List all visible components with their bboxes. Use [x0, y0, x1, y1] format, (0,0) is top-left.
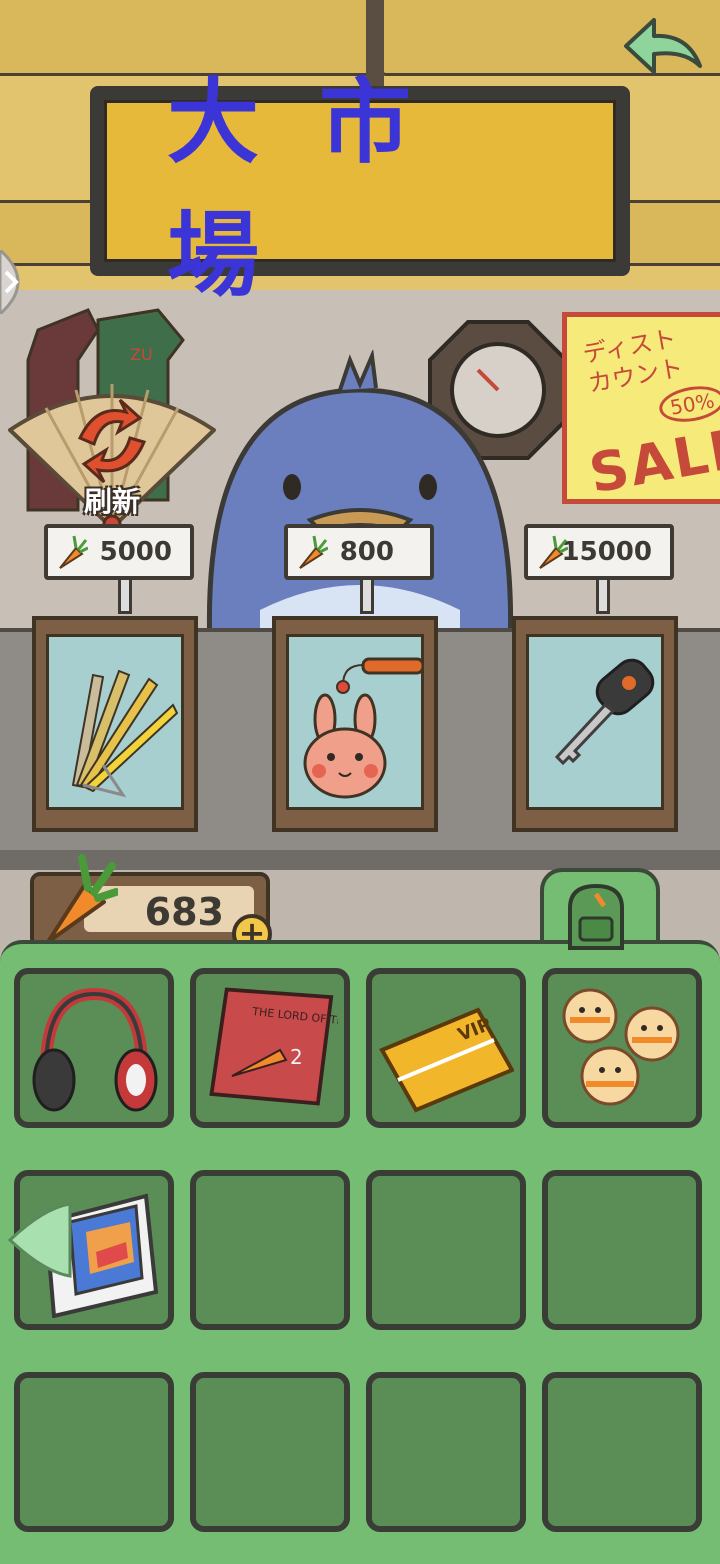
inventory-slot-12[interactable]: [542, 1372, 702, 1532]
item-display: [46, 634, 184, 810]
refresh-label: 刷新: [83, 485, 140, 518]
folding-fan-icon: [71, 669, 179, 798]
car-key-icon: [554, 658, 655, 766]
item-display: [526, 634, 664, 810]
shop-item-bunny-keychain[interactable]: [272, 616, 438, 832]
shop-item-folding-fan[interactable]: [32, 616, 198, 832]
page-left-arrow-icon[interactable]: [4, 1200, 74, 1280]
carrot-icon: [299, 535, 328, 569]
side-arrow-icon[interactable]: [0, 250, 36, 314]
inventory-slot-3[interactable]: VIP: [366, 968, 526, 1128]
book-volume: 2: [290, 1045, 303, 1069]
poster-percent: 50%: [656, 381, 720, 427]
refresh-button[interactable]: 刷新: [6, 378, 218, 536]
price-tag-1: 5000: [44, 524, 194, 580]
price-label: 15000: [561, 537, 652, 567]
inventory-slot-4[interactable]: [542, 968, 702, 1128]
inventory-slot-8[interactable]: [542, 1170, 702, 1330]
animal-cookies-icon: [562, 988, 680, 1106]
inventory-slot-9[interactable]: [14, 1372, 174, 1532]
inventory-slot-11[interactable]: [366, 1372, 526, 1532]
item-display: [286, 634, 424, 810]
inventory-slot-2[interactable]: THE LORD OF THE CARROTS 2: [190, 968, 350, 1128]
shop-sign: 大市場: [90, 69, 630, 309]
inventory-slot-1[interactable]: [14, 968, 174, 1128]
poster-discount-text: ディスト カウント: [580, 324, 686, 398]
headphones-icon: [32, 987, 158, 1112]
carrot-icon: [46, 854, 118, 944]
back-arrow-icon[interactable]: [618, 12, 708, 82]
shop-sign-board: 大市場: [104, 69, 616, 309]
book-icon: THE LORD OF THE CARROTS 2: [209, 987, 338, 1106]
sale-poster: ディスト カウント 50% SALE: [562, 312, 720, 506]
svg-text:ZU: ZU: [130, 345, 153, 364]
carrot-icon: [59, 535, 88, 569]
inventory-slot-10[interactable]: [190, 1372, 350, 1532]
inventory-slot-7[interactable]: [366, 1170, 526, 1330]
vip-card-icon: VIP: [379, 1007, 514, 1113]
price-tag-2: 800: [284, 524, 434, 580]
price-label: 800: [339, 537, 394, 567]
inventory-slot-6[interactable]: [190, 1170, 350, 1330]
backpack-icon: [568, 883, 624, 950]
carrot-icon: [539, 535, 568, 569]
poster-sale-text: SALE: [584, 415, 720, 506]
price-label: 5000: [99, 537, 172, 567]
price-tag-3: 15000: [524, 524, 674, 580]
shop-title: 大市場: [167, 69, 472, 309]
bunny-keychain-icon: [303, 657, 423, 799]
shop-item-car-key[interactable]: [512, 616, 678, 832]
